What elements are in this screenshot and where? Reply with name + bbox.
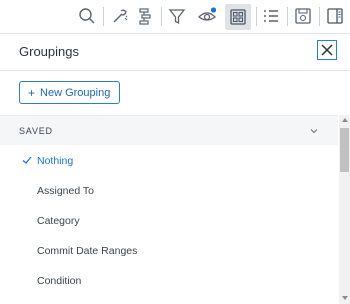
chevron-down-icon[interactable] — [308, 125, 320, 137]
scrollbar-thumb[interactable] — [340, 128, 349, 172]
grouping-item-label: Nothing — [37, 155, 74, 167]
list-icon[interactable] — [259, 4, 283, 28]
view-icon[interactable] — [195, 4, 219, 28]
toolbar-separator — [319, 7, 320, 26]
close-icon — [321, 44, 333, 56]
panel-header: Groupings — [0, 34, 350, 70]
scroll-up-arrow-icon[interactable] — [342, 118, 348, 122]
saved-section-header[interactable]: SAVED — [0, 115, 338, 145]
grouping-item-category[interactable]: Category — [0, 205, 338, 235]
grouping-item-nothing[interactable]: Nothing — [0, 145, 338, 175]
grouping-item-label: Category — [37, 215, 80, 227]
search-icon[interactable] — [75, 4, 99, 28]
grouping-item-condition[interactable]: Condition — [0, 265, 338, 295]
toolbar-separator — [161, 7, 162, 26]
saved-section-label: SAVED — [19, 126, 53, 136]
grouping-item-assigned-to[interactable]: Assigned To — [0, 175, 338, 205]
check-icon — [22, 156, 32, 164]
header-divider — [0, 70, 350, 71]
new-grouping-button[interactable]: + New Grouping — [19, 81, 120, 104]
grouping-item-label: Commit Date Ranges — [37, 245, 138, 257]
filter-icon[interactable] — [165, 4, 189, 28]
toolbar — [0, 0, 350, 33]
hierarchy-icon[interactable] — [133, 4, 157, 28]
wand-icon[interactable] — [108, 4, 132, 28]
toolbar-separator — [103, 7, 104, 26]
grid-icon[interactable] — [225, 4, 251, 30]
toolbar-separator — [256, 7, 257, 26]
panel-title: Groupings — [19, 44, 79, 59]
grouping-item-label: Assigned To — [37, 185, 95, 197]
grouping-item-commit-date-ranges[interactable]: Commit Date Ranges — [0, 235, 338, 265]
toolbar-separator — [287, 7, 288, 26]
panel-icon[interactable] — [323, 4, 347, 28]
scroll-down-arrow-icon[interactable] — [342, 296, 348, 300]
grouping-item-label: Condition — [37, 275, 82, 287]
export-icon[interactable] — [291, 4, 315, 28]
close-button[interactable] — [317, 40, 337, 60]
plus-icon: + — [28, 85, 36, 100]
new-grouping-label: New Grouping — [40, 86, 111, 99]
